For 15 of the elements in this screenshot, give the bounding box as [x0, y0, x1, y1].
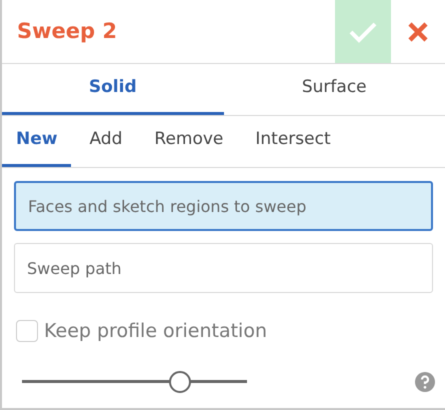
close-icon: [407, 20, 429, 42]
tab[interactable]: New: [2, 116, 72, 167]
slider-thumb[interactable]: [168, 370, 190, 392]
dialog-title: Sweep 2: [16, 18, 118, 45]
slider[interactable]: [22, 370, 247, 392]
tab[interactable]: Surface: [224, 64, 445, 115]
checkbox[interactable]: [16, 320, 38, 342]
tab[interactable]: Remove: [140, 116, 238, 167]
help-icon[interactable]: [415, 372, 435, 392]
check-icon: [348, 20, 378, 44]
checkbox-label: Keep profile orientation: [44, 319, 267, 344]
input-field[interactable]: Faces and sketch regions to sweep: [14, 181, 433, 231]
tab[interactable]: Solid: [2, 64, 224, 115]
tab[interactable]: Add: [75, 116, 136, 167]
tab[interactable]: Intersect: [241, 116, 345, 167]
